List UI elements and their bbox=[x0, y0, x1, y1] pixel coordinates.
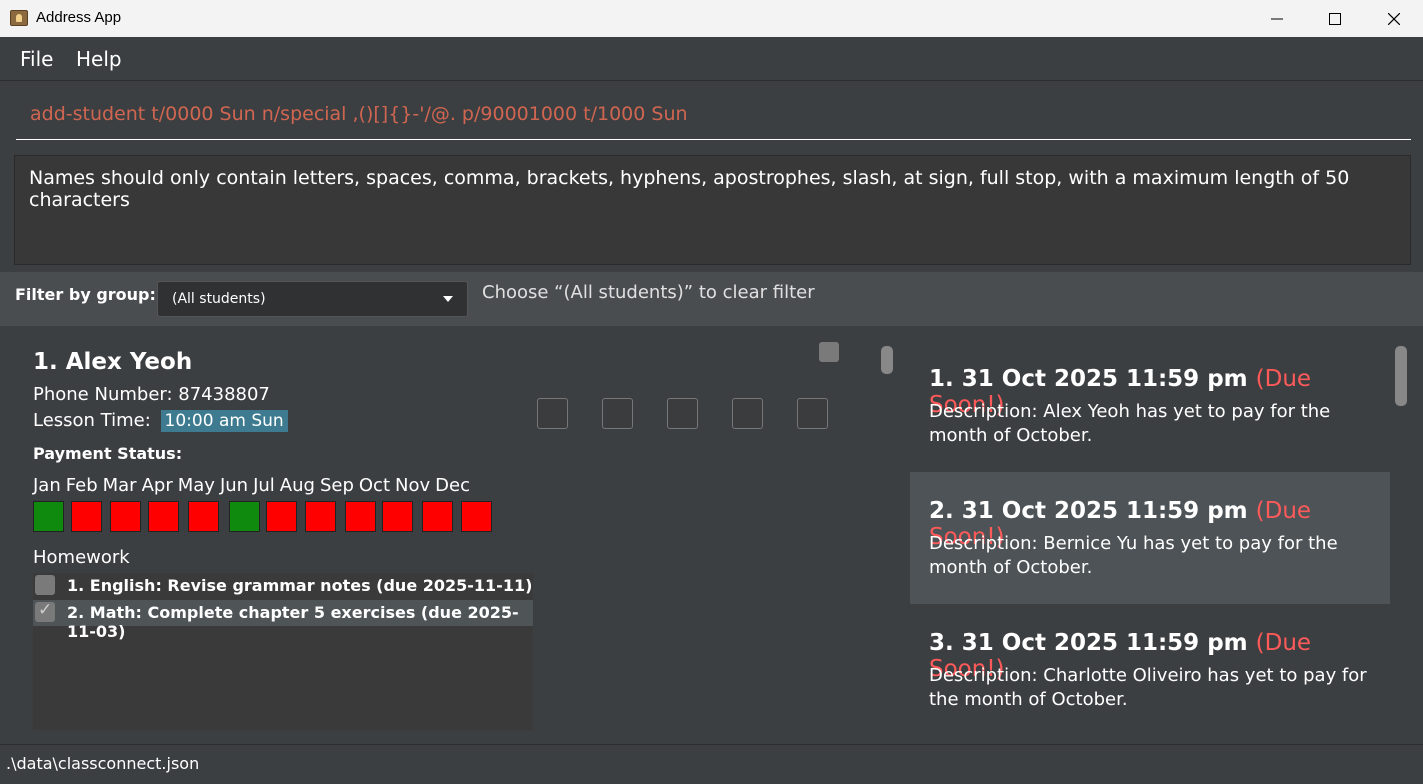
maximize-icon bbox=[1329, 12, 1341, 25]
result-message: Names should only contain letters, space… bbox=[29, 167, 1350, 211]
menu-file[interactable]: File bbox=[20, 47, 53, 71]
action-box[interactable] bbox=[537, 398, 568, 429]
select-checkbox[interactable] bbox=[819, 342, 839, 362]
payment-box-jul[interactable] bbox=[266, 501, 297, 532]
homework-checkbox[interactable] bbox=[35, 600, 55, 622]
app-icon bbox=[10, 10, 28, 26]
reminder-description: Description: Alex Yeoh has yet to pay fo… bbox=[929, 401, 1331, 446]
filter-hint: Choose “(All students)” to clear filter bbox=[482, 282, 815, 303]
student-lesson: Lesson Time: 10:00 am Sun bbox=[33, 410, 288, 432]
month-label: Feb bbox=[65, 475, 98, 496]
reminder-item[interactable]: 3. 31 Oct 2025 11:59 pm (Due Soon!) Desc… bbox=[910, 604, 1390, 730]
reminder-list-scrollbar[interactable] bbox=[1395, 346, 1407, 406]
close-button[interactable] bbox=[1365, 0, 1423, 37]
homework-checkbox[interactable] bbox=[35, 575, 55, 595]
month-label: Jun bbox=[219, 475, 249, 496]
month-label: Jan bbox=[33, 475, 61, 496]
homework-text: 1. English: Revise grammar notes (due 20… bbox=[67, 576, 533, 595]
homework-list[interactable]: 1. English: Revise grammar notes (due 20… bbox=[33, 573, 533, 730]
month-label: Nov bbox=[395, 475, 431, 496]
month-label: Mar bbox=[102, 475, 137, 496]
payment-box-mar[interactable] bbox=[110, 501, 141, 532]
student-list[interactable]: 1. Alex Yeoh Phone Number: 87438807 Less… bbox=[14, 340, 878, 730]
homework-item[interactable]: 2. Math: Complete chapter 5 exercises (d… bbox=[33, 600, 533, 641]
chevron-down-icon bbox=[443, 296, 453, 302]
payment-box-dec[interactable] bbox=[461, 501, 492, 532]
reminder-item[interactable]: 1. 31 Oct 2025 11:59 pm (Due Soon!) Desc… bbox=[910, 340, 1390, 472]
homework-item[interactable]: 1. English: Revise grammar notes (due 20… bbox=[33, 573, 533, 599]
command-box bbox=[0, 82, 1423, 146]
close-icon bbox=[1388, 12, 1400, 25]
payment-box-oct[interactable] bbox=[382, 501, 413, 532]
action-box[interactable] bbox=[797, 398, 828, 429]
action-box[interactable] bbox=[732, 398, 763, 429]
payment-box-apr[interactable] bbox=[148, 501, 179, 532]
month-label: Dec bbox=[435, 475, 470, 496]
payment-box-aug[interactable] bbox=[305, 501, 336, 532]
payment-box-feb[interactable] bbox=[71, 501, 102, 532]
homework-label: Homework bbox=[33, 547, 130, 568]
action-box[interactable] bbox=[602, 398, 633, 429]
filter-label: Filter by group: bbox=[15, 285, 156, 304]
student-phone: Phone Number: 87438807 bbox=[33, 384, 270, 405]
student-list-scrollbar[interactable] bbox=[881, 346, 893, 374]
minimize-icon bbox=[1271, 18, 1283, 19]
month-label: Apr bbox=[141, 475, 173, 496]
payment-box-sep[interactable] bbox=[345, 501, 376, 532]
payment-box-nov[interactable] bbox=[422, 501, 453, 532]
group-filter-dropdown[interactable]: (All students) bbox=[157, 281, 468, 317]
result-display: Names should only contain letters, space… bbox=[14, 155, 1411, 265]
menu-bar: File Help bbox=[0, 37, 1423, 81]
action-box[interactable] bbox=[667, 398, 698, 429]
reminder-description: Description: Bernice Yu has yet to pay f… bbox=[929, 533, 1338, 578]
reminder-item[interactable]: 2. 31 Oct 2025 11:59 pm (Due Soon!) Desc… bbox=[910, 472, 1390, 604]
lesson-time-tag: 10:00 am Sun bbox=[160, 410, 288, 432]
payment-box-jan[interactable] bbox=[33, 501, 64, 532]
menu-help[interactable]: Help bbox=[76, 47, 122, 71]
month-labels: Jan Feb Mar Apr May Jun Jul Aug Sep Oct … bbox=[33, 475, 475, 496]
month-label: Jul bbox=[253, 475, 275, 496]
title-bar: Address App bbox=[0, 0, 1423, 37]
group-filter-value: (All students) bbox=[172, 291, 266, 307]
month-label: Oct bbox=[358, 475, 391, 496]
month-label: May bbox=[177, 475, 215, 496]
month-label: Sep bbox=[319, 475, 354, 496]
maximize-button[interactable] bbox=[1306, 0, 1364, 37]
save-location: .\data\classconnect.json bbox=[6, 754, 200, 773]
payment-status-label: Payment Status: bbox=[33, 444, 183, 463]
lesson-label: Lesson Time: bbox=[33, 410, 151, 431]
filter-bar: Filter by group: (All students) Choose “… bbox=[0, 272, 1423, 326]
command-input[interactable] bbox=[16, 88, 1411, 140]
homework-text: 2. Math: Complete chapter 5 exercises (d… bbox=[67, 603, 519, 641]
student-card[interactable]: 1. Alex Yeoh Phone Number: 87438807 Less… bbox=[14, 340, 878, 730]
payment-box-jun[interactable] bbox=[229, 501, 260, 532]
window-title: Address App bbox=[36, 9, 122, 26]
reminder-description: Description: Charlotte Oliveiro has yet … bbox=[929, 665, 1367, 710]
status-bar: .\data\classconnect.json bbox=[0, 744, 1423, 784]
reminder-list[interactable]: 1. 31 Oct 2025 11:59 pm (Due Soon!) Desc… bbox=[910, 340, 1390, 730]
student-name: 1. Alex Yeoh bbox=[33, 349, 193, 375]
month-label: Aug bbox=[279, 475, 315, 496]
minimize-button[interactable] bbox=[1248, 0, 1306, 37]
payment-box-may[interactable] bbox=[188, 501, 219, 532]
